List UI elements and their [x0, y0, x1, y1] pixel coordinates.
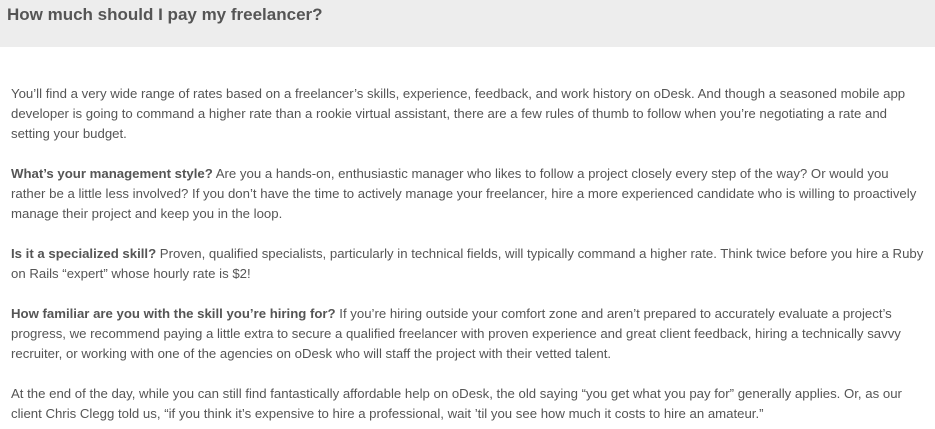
- intro-paragraph: You’ll find a very wide range of rates b…: [11, 86, 906, 141]
- section-heading: What’s your management style?: [11, 166, 213, 181]
- section-specialized-skill: Is it a specialized skill? Proven, quali…: [11, 244, 924, 284]
- section-heading: How familiar are you with the skill you’…: [11, 306, 336, 321]
- article-content: You’ll find a very wide range of rates b…: [0, 47, 935, 424]
- page-title: How much should I pay my freelancer?: [7, 5, 323, 24]
- section-familiarity: How familiar are you with the skill you’…: [11, 304, 924, 364]
- page-header: How much should I pay my freelancer?: [0, 0, 935, 47]
- section-heading: Is it a specialized skill?: [11, 246, 157, 261]
- conclusion-paragraph: At the end of the day, while you can sti…: [11, 386, 902, 421]
- section-management-style: What’s your management style? Are you a …: [11, 164, 924, 224]
